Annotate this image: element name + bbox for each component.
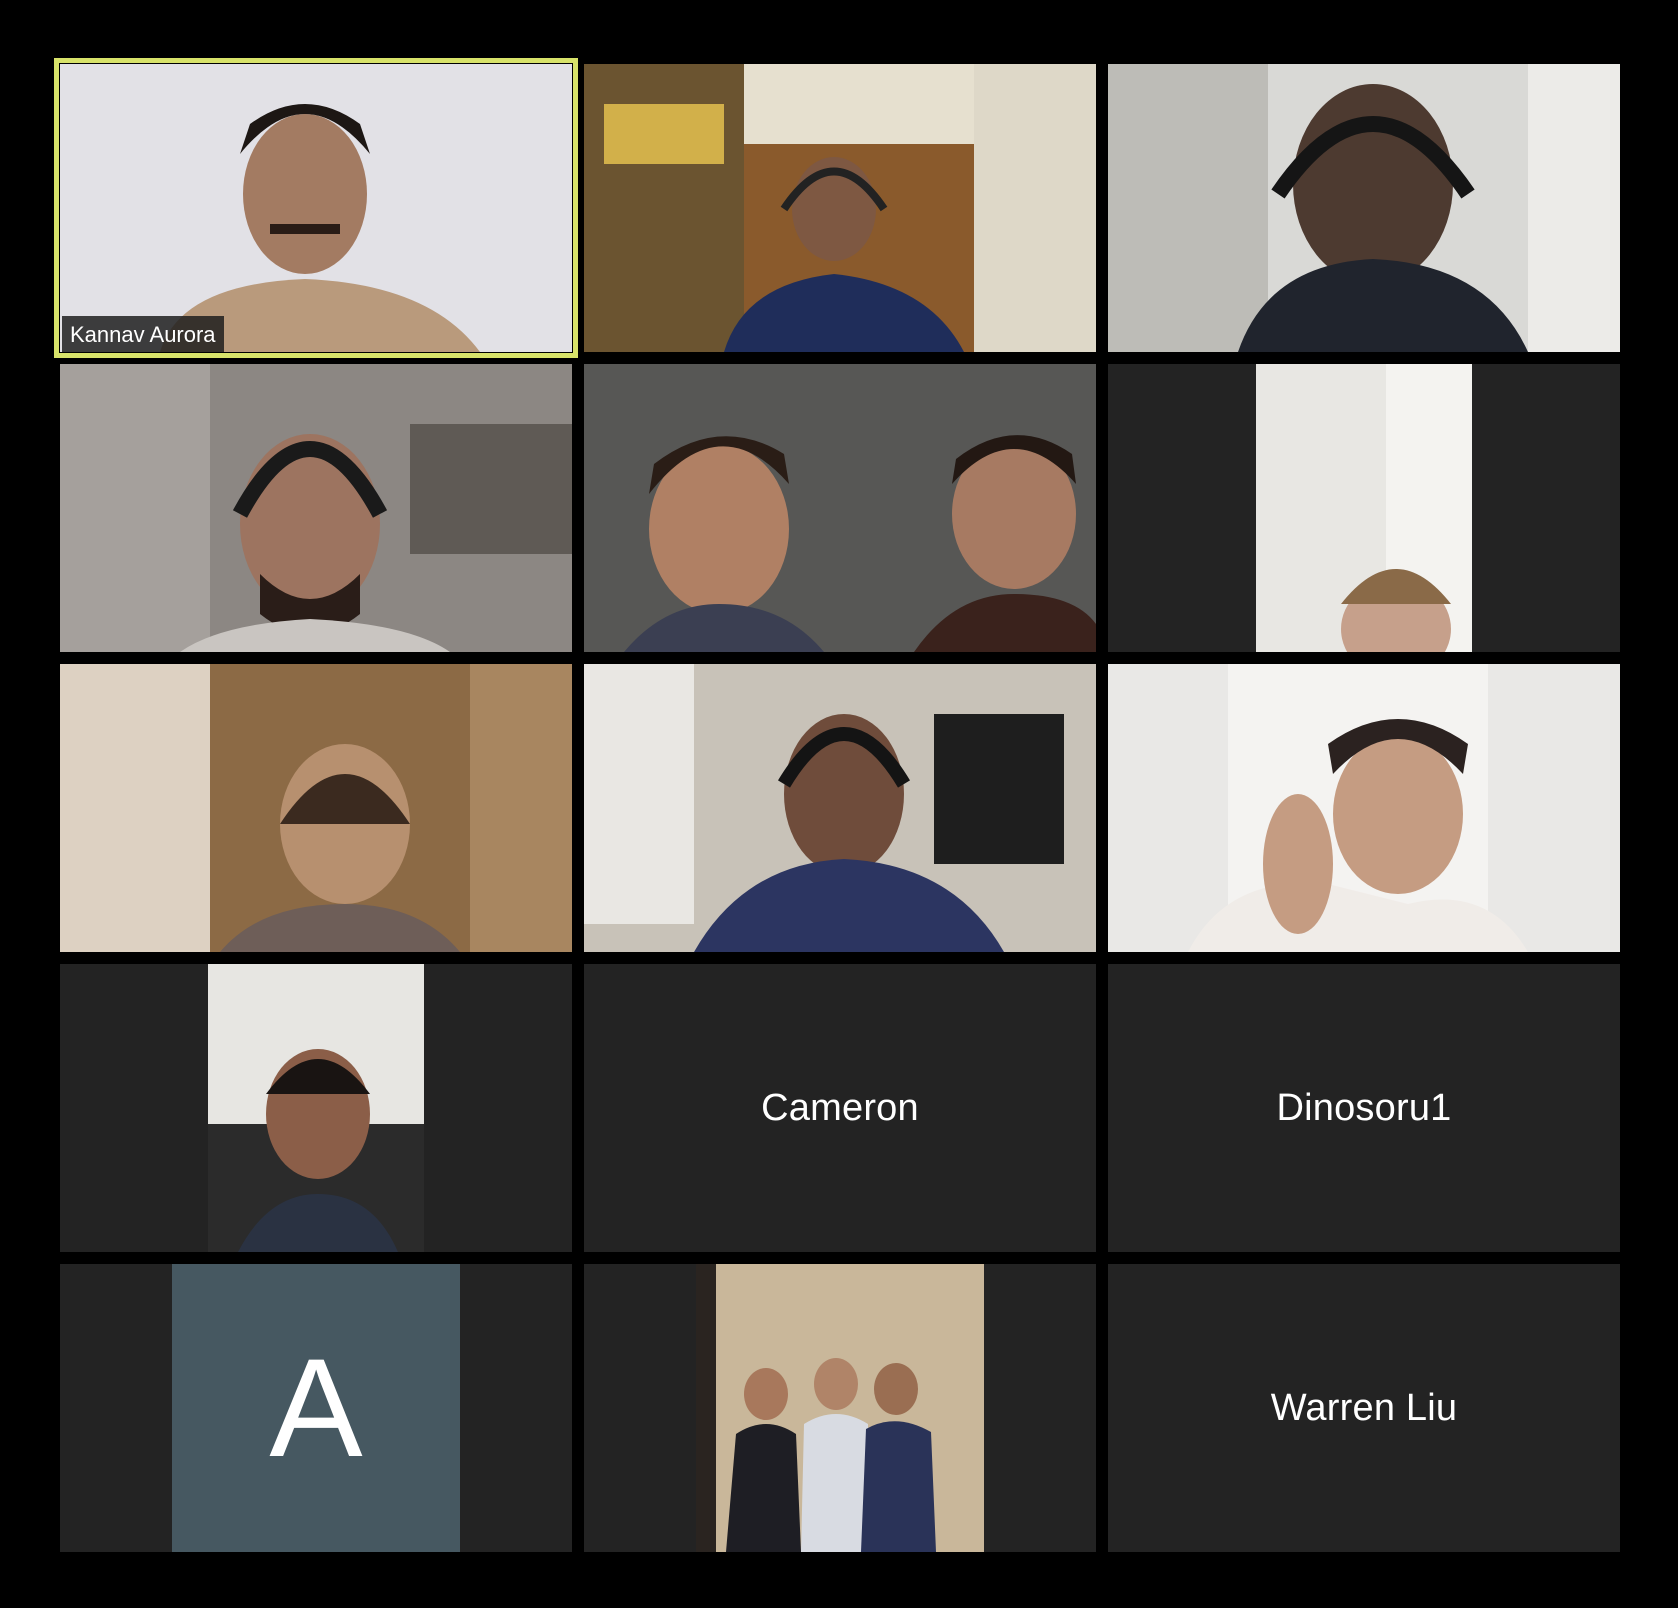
participant-tile-cameron[interactable]: Cameron <box>584 964 1096 1252</box>
participant-video <box>1256 364 1472 652</box>
participant-tile-3[interactable] <box>1108 64 1620 352</box>
participant-tile-warren-liu[interactable]: Warren Liu <box>1108 1264 1620 1552</box>
participant-name-label: Cameron <box>761 1086 919 1129</box>
participant-video <box>60 64 572 352</box>
participant-video <box>584 364 1096 652</box>
participant-video <box>584 64 1096 352</box>
participant-tile-7[interactable] <box>60 664 572 952</box>
participant-video <box>1108 64 1620 352</box>
participant-tile-10[interactable] <box>60 964 572 1252</box>
participant-tile-9[interactable] <box>1108 664 1620 952</box>
participant-name-label: Dinosoru1 <box>1276 1086 1452 1129</box>
participant-name-label: Kannav Aurora <box>62 316 224 352</box>
participant-avatar: A <box>172 1264 460 1552</box>
participant-tile-6[interactable] <box>1108 364 1620 652</box>
participant-tile-8[interactable] <box>584 664 1096 952</box>
participant-tile-dinosoru1[interactable]: Dinosoru1 <box>1108 964 1620 1252</box>
participant-name-label: Warren Liu <box>1270 1386 1458 1429</box>
gallery-grid: Kannav Aurora Cameron Dinosoru1 A Warren… <box>54 58 1620 1552</box>
participant-tile-profile-photo[interactable] <box>584 1264 1096 1552</box>
participant-video <box>584 664 1096 952</box>
participant-video <box>1108 664 1620 952</box>
participant-video <box>208 964 424 1252</box>
participant-video <box>60 664 572 952</box>
participant-profile-photo <box>696 1264 984 1552</box>
participant-tile-4[interactable] <box>60 364 572 652</box>
participant-tile-avatar-a[interactable]: A <box>60 1264 572 1552</box>
participant-tile-2[interactable] <box>584 64 1096 352</box>
participant-tile-5[interactable] <box>584 364 1096 652</box>
participant-video <box>60 364 572 652</box>
participant-tile-kannav-aurora[interactable]: Kannav Aurora <box>54 58 578 358</box>
